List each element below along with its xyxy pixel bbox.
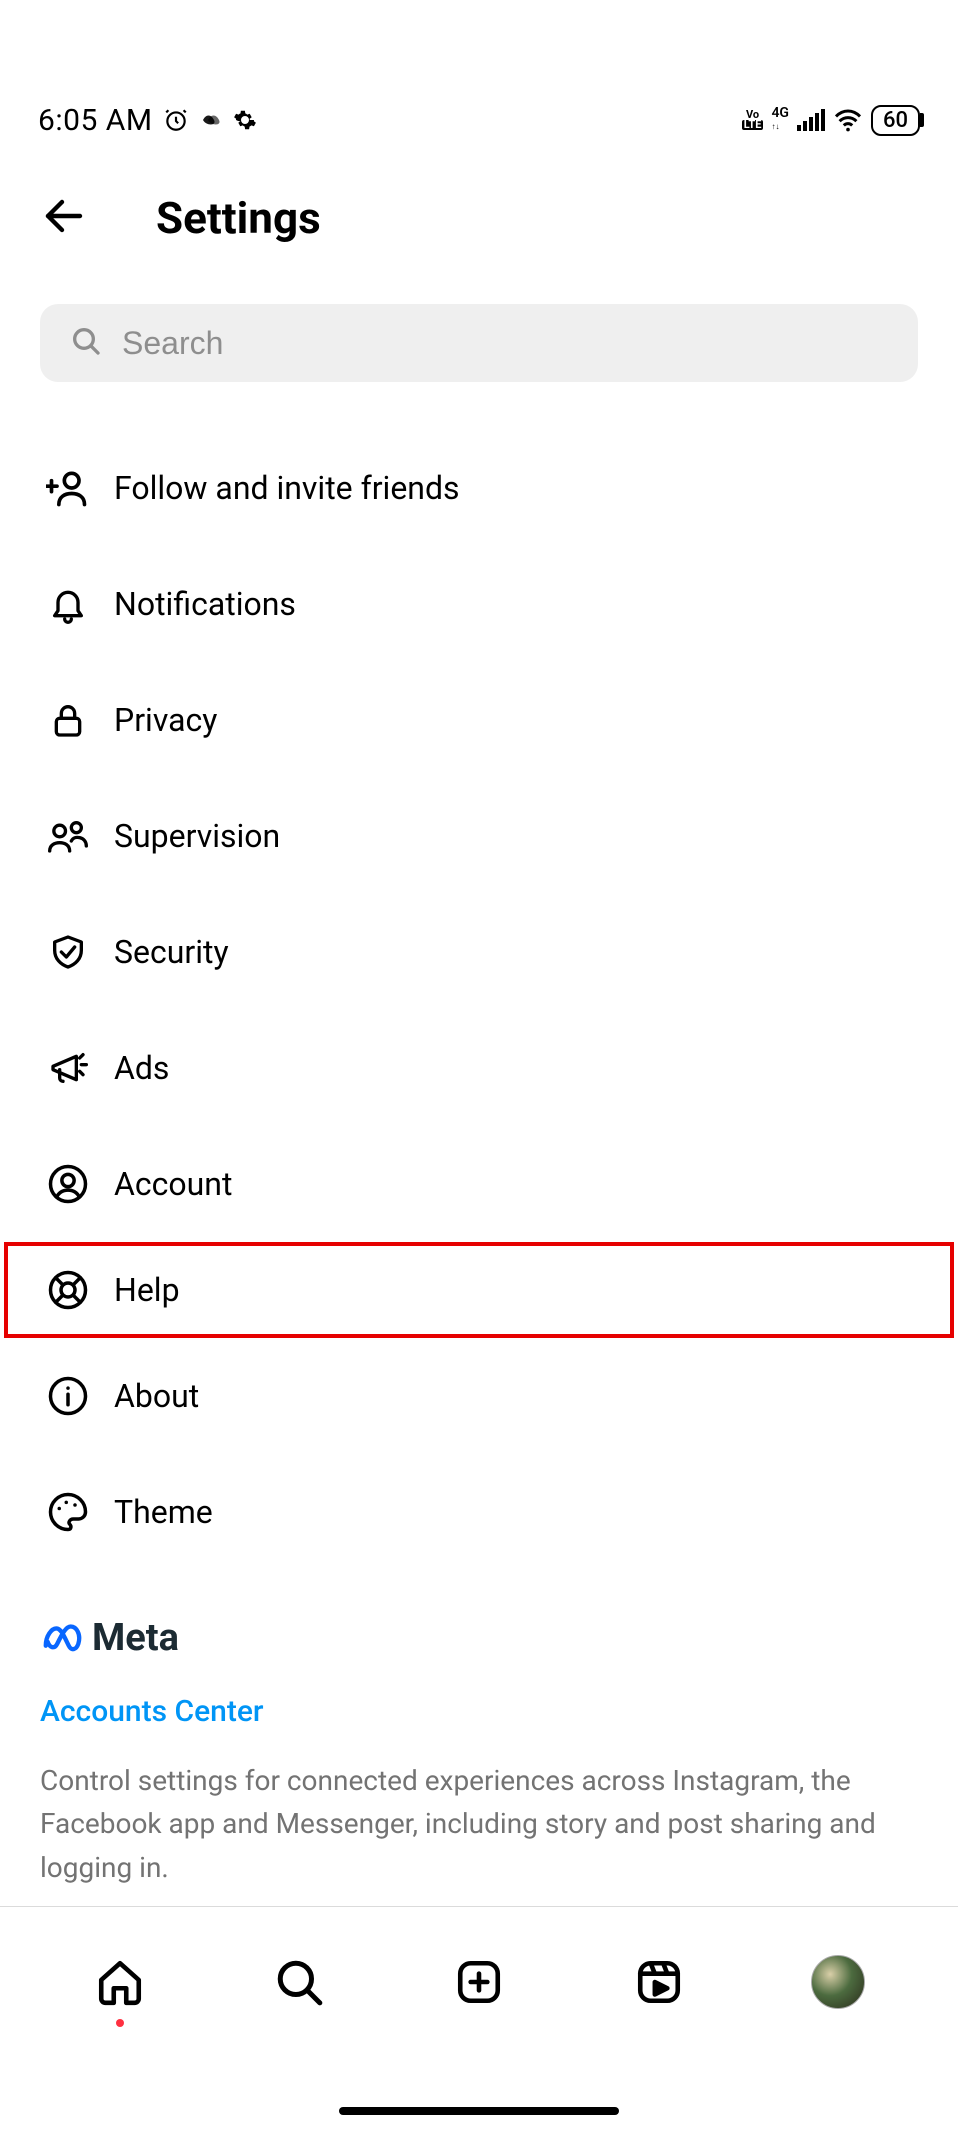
info-icon [40, 1375, 96, 1417]
lifebuoy-icon [40, 1269, 96, 1311]
settings-gear-icon [233, 108, 257, 132]
status-icon-1 [199, 108, 223, 132]
lock-icon [40, 700, 96, 740]
avatar [811, 1955, 865, 2009]
row-label: Follow and invite friends [114, 469, 460, 507]
meta-brand-text: Meta [92, 1616, 179, 1660]
home-notification-dot [116, 2019, 124, 2027]
add-friend-icon [40, 466, 96, 510]
search-icon [70, 325, 102, 361]
row-account[interactable]: Account [40, 1126, 918, 1242]
page-title: Settings [156, 192, 321, 244]
nav-home[interactable] [85, 1947, 155, 2017]
gesture-bar[interactable] [339, 2107, 619, 2115]
nav-create[interactable] [444, 1947, 514, 2017]
nav-search[interactable] [264, 1947, 334, 2017]
row-supervision[interactable]: Supervision [40, 778, 918, 894]
row-label: Privacy [114, 701, 217, 739]
row-security[interactable]: Security [40, 894, 918, 1010]
row-privacy[interactable]: Privacy [40, 662, 918, 778]
shield-icon [40, 932, 96, 972]
nav-profile[interactable] [803, 1947, 873, 2017]
signal-icon [797, 109, 825, 131]
row-label: Notifications [114, 585, 296, 623]
status-left: 6:05 AM [38, 103, 257, 138]
user-circle-icon [40, 1163, 96, 1205]
row-follow-invite[interactable]: Follow and invite friends [40, 430, 918, 546]
meta-section: Meta Accounts Center Control settings fo… [0, 1570, 958, 1889]
row-about[interactable]: About [40, 1338, 918, 1454]
wifi-icon [833, 108, 863, 132]
status-right: VoLTE 4G↑↓ 60 [742, 105, 920, 136]
battery-icon: 60 [871, 105, 920, 136]
row-label: Help [114, 1271, 180, 1309]
row-label: Ads [114, 1049, 169, 1087]
people-icon [40, 816, 96, 856]
row-label: Theme [114, 1493, 213, 1531]
row-help[interactable]: Help [4, 1242, 954, 1338]
row-label: Security [114, 933, 229, 971]
meta-logo: Meta [40, 1616, 918, 1660]
megaphone-icon [40, 1048, 96, 1088]
status-time: 6:05 AM [38, 103, 153, 138]
nav-reels[interactable] [624, 1947, 694, 2017]
header: Settings [0, 150, 958, 284]
row-label: Supervision [114, 817, 280, 855]
status-bar: 6:05 AM VoLTE 4G↑↓ 60 [0, 90, 958, 150]
row-notifications[interactable]: Notifications [40, 546, 918, 662]
row-label: Account [114, 1165, 232, 1203]
battery-level: 60 [883, 108, 908, 133]
volte-icon: VoLTE [742, 110, 764, 130]
back-button[interactable] [40, 192, 88, 244]
alarm-icon [163, 107, 189, 133]
network-4g-icon: 4G↑↓ [771, 107, 789, 133]
row-theme[interactable]: Theme [40, 1454, 918, 1570]
search-box[interactable] [40, 304, 918, 382]
bell-icon [40, 584, 96, 624]
bottom-bar [0, 1906, 958, 2129]
settings-list: Follow and invite friends Notifications … [0, 412, 958, 1570]
row-label: About [114, 1377, 199, 1415]
palette-icon [40, 1491, 96, 1533]
search-input[interactable] [122, 325, 888, 362]
meta-description: Control settings for connected experienc… [40, 1759, 918, 1889]
accounts-center-link[interactable]: Accounts Center [40, 1694, 264, 1729]
row-ads[interactable]: Ads [40, 1010, 918, 1126]
meta-infinity-icon [40, 1622, 86, 1654]
